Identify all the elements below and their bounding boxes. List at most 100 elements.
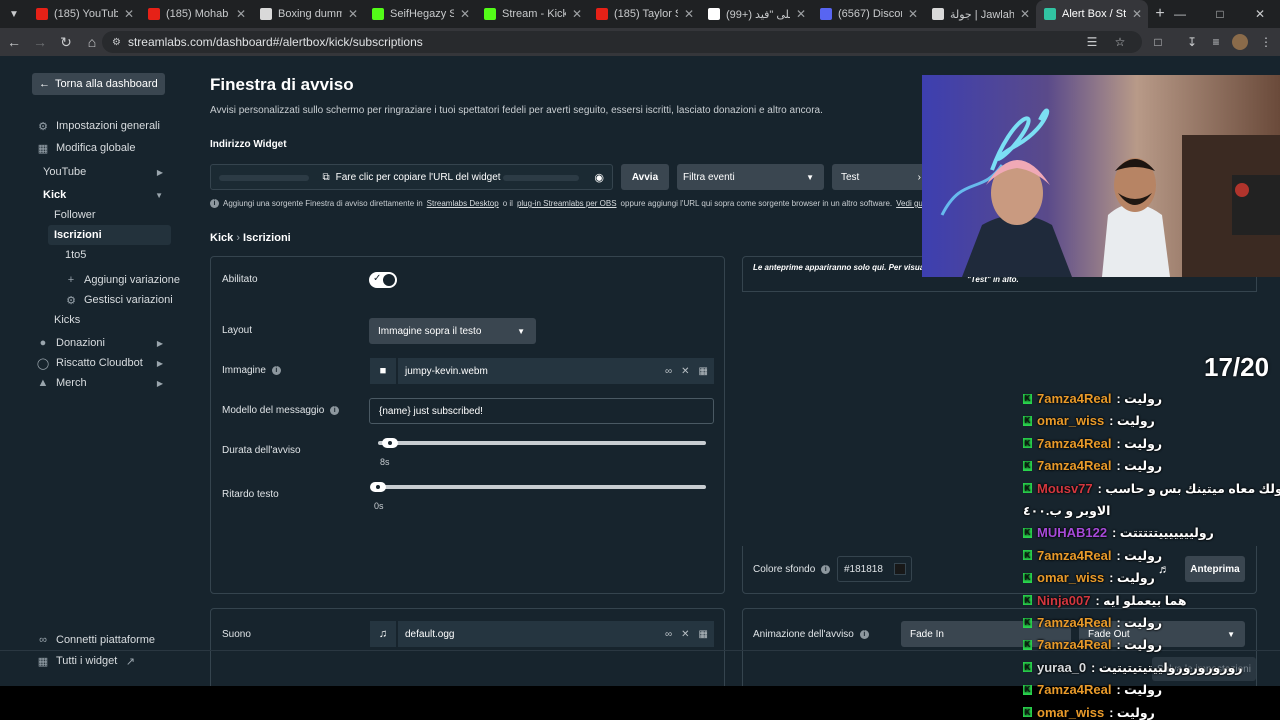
browser-tab[interactable]: SeifHegazy Strea ✕ [364, 0, 476, 28]
sidebar-item-youtube[interactable]: YouTube ▶ [43, 166, 163, 178]
tab-search-icon[interactable]: ▼ [0, 0, 28, 28]
duration-slider-thumb[interactable] [382, 438, 399, 448]
text-delay-label: Ritardo testo [222, 489, 279, 500]
close-window-icon[interactable]: ✕ [1240, 0, 1280, 28]
chat-text: : روليت [1116, 683, 1163, 698]
image-file-field[interactable]: ■ jumpy-kevin.webm ∞ ✕ ▦ [370, 358, 714, 384]
download-icon[interactable]: ↧ [1184, 34, 1200, 50]
info-icon[interactable]: i [271, 366, 281, 375]
sidebar-item-all-widgets[interactable]: ▦ Tutti i widget ↗ [37, 655, 136, 668]
launch-button[interactable]: Avvia [621, 164, 669, 190]
test-dropdown[interactable]: Test › [832, 164, 927, 190]
layout-dropdown[interactable]: Immagine sopra il testo ▼ [369, 318, 536, 344]
tab-close-icon[interactable]: ✕ [908, 7, 918, 21]
sidebar-item-label: Kick [43, 189, 67, 201]
bg-color-input[interactable]: #181818 [837, 556, 912, 582]
translate-icon[interactable]: ☰ [1084, 34, 1100, 50]
browser-tab[interactable]: Stream - Kick Das ✕ [476, 0, 588, 28]
browser-tab[interactable]: جولة | Jawlah - منـ ✕ [924, 0, 1036, 28]
forward-icon[interactable]: → [28, 30, 52, 54]
browser-tab[interactable]: (185) YouTube ✕ [28, 0, 140, 28]
tab-close-icon[interactable]: ✕ [1132, 7, 1142, 21]
preview-button[interactable]: Anteprima [1185, 556, 1245, 582]
text-delay-slider-thumb[interactable] [370, 482, 386, 492]
browser-tab[interactable]: (185) Mohab Sha ✕ [140, 0, 252, 28]
browser-tab[interactable]: Alert Box / Stream ✕ [1036, 0, 1148, 28]
reload-icon[interactable]: ↻ [54, 30, 78, 54]
tab-favicon-icon [260, 8, 272, 20]
extensions-icon[interactable]: □ [1150, 34, 1166, 50]
minimize-icon[interactable]: — [1160, 0, 1200, 28]
alert-settings-panel [210, 256, 725, 594]
chevron-right-icon: ▶ [156, 167, 163, 177]
chevron-down-icon: ▼ [155, 190, 163, 200]
tab-close-icon[interactable]: ✕ [684, 7, 694, 21]
link-icon[interactable]: ∞ [665, 629, 672, 640]
widget-url-field[interactable]: ⧉ Fare clic per copiare l'URL del widget… [210, 164, 613, 190]
gallery-icon[interactable]: ▦ [699, 629, 708, 640]
link-icon[interactable]: ∞ [665, 366, 672, 377]
image-label: Immagine i [222, 365, 281, 376]
profile-avatar[interactable] [1232, 34, 1248, 50]
message-template-input[interactable]: {name} just subscribed! [369, 398, 714, 424]
home-icon[interactable]: ⌂ [80, 30, 104, 54]
sidebar-item-donations[interactable]: ● Donazioni ▶ [37, 337, 163, 349]
site-info-icon[interactable]: ⚙ [112, 37, 121, 48]
sidebar-item-kick[interactable]: Kick ▼ [43, 189, 163, 201]
back-to-dashboard-button[interactable]: ← Torna alla dashboard [32, 73, 165, 95]
eye-icon[interactable]: ◉ [594, 171, 604, 184]
color-swatch[interactable] [894, 563, 906, 575]
browser-tab[interactable]: (6567) Discord | # ✕ [812, 0, 924, 28]
enabled-toggle[interactable]: ✓ [369, 272, 397, 288]
reading-list-icon[interactable]: ≡ [1208, 34, 1224, 50]
url-input[interactable]: ⚙ streamlabs.com/dashboard#/alertbox/kic… [102, 31, 1142, 53]
browser-tab[interactable]: Boxing dummy e ✕ [252, 0, 364, 28]
tab-close-icon[interactable]: ✕ [236, 7, 246, 21]
sidebar-item-subscriptions[interactable]: Iscrizioni [54, 229, 102, 241]
browser-tab[interactable]: (99+) إعثر على "فيد ✕ [700, 0, 812, 28]
kick-badge-icon: K [1023, 415, 1032, 426]
tab-close-icon[interactable]: ✕ [796, 7, 806, 21]
browser-menu-icon[interactable]: ⋮ [1258, 34, 1274, 50]
browser-tab[interactable]: (185) Taylor Swift ✕ [588, 0, 700, 28]
kick-badge-icon: K [1023, 550, 1032, 561]
chat-message: K Ninja007: هما بيعملو ايه [1023, 593, 1187, 608]
sidebar-item-kicks[interactable]: Kicks [54, 314, 80, 326]
obs-plugin-link[interactable]: plug-in Streamlabs per OBS [517, 199, 617, 208]
gallery-icon[interactable]: ▦ [699, 366, 708, 377]
animation-label: Animazione dell'avviso i [753, 629, 869, 640]
tab-close-icon[interactable]: ✕ [572, 7, 582, 21]
sidebar-item-label: Connetti piattaforme [56, 634, 156, 646]
streamlabs-desktop-link[interactable]: Streamlabs Desktop [427, 199, 499, 208]
tab-close-icon[interactable]: ✕ [460, 7, 470, 21]
maximize-icon[interactable]: □ [1200, 0, 1240, 28]
tab-close-icon[interactable]: ✕ [1020, 7, 1030, 21]
manage-variations-button[interactable]: ⚙ Gestisci variazioni [65, 294, 173, 307]
bookmark-star-icon[interactable]: ☆ [1112, 34, 1128, 50]
tab-close-icon[interactable]: ✕ [124, 7, 134, 21]
duration-slider[interactable] [378, 441, 706, 445]
clear-icon[interactable]: ✕ [681, 629, 689, 640]
sidebar-item-variation-1to5[interactable]: 1to5 [65, 249, 86, 261]
info-text: oppure aggiungi l'URL qui sopra come sor… [620, 199, 893, 208]
text-delay-slider[interactable] [372, 485, 706, 489]
sidebar-item-follower[interactable]: Follower [54, 209, 96, 221]
tab-close-icon[interactable]: ✕ [348, 7, 358, 21]
volume-icon[interactable]: ♬ [1158, 562, 1170, 576]
sidebar-item-global-edit[interactable]: ▦ Modifica globale [37, 142, 136, 155]
add-variation-button[interactable]: + Aggiungi variazione [65, 274, 180, 286]
clear-icon[interactable]: ✕ [681, 366, 689, 377]
info-icon[interactable]: i [330, 406, 340, 415]
back-icon[interactable]: ← [2, 30, 26, 54]
sidebar-item-general-settings[interactable]: ⚙ Impostazioni generali [37, 120, 160, 133]
sidebar-item-connect-platforms[interactable]: ∞ Connetti piattaforme [37, 634, 155, 646]
sound-file-field[interactable]: ♫ default.ogg ∞ ✕ ▦ [370, 621, 714, 647]
info-icon[interactable]: i [859, 630, 869, 639]
chat-text: : روليت [1116, 638, 1163, 653]
info-icon[interactable]: i [821, 565, 831, 574]
chat-message: K 7amza4Real: روليت [1023, 391, 1162, 406]
breadcrumb-root[interactable]: Kick [210, 232, 233, 244]
sidebar-item-cloudbot[interactable]: ◯ Riscatto Cloudbot ▶ [37, 357, 163, 370]
sidebar-item-merch[interactable]: ▲ Merch ▶ [37, 377, 163, 389]
filter-events-dropdown[interactable]: Filtra eventi ▼ [677, 164, 824, 190]
